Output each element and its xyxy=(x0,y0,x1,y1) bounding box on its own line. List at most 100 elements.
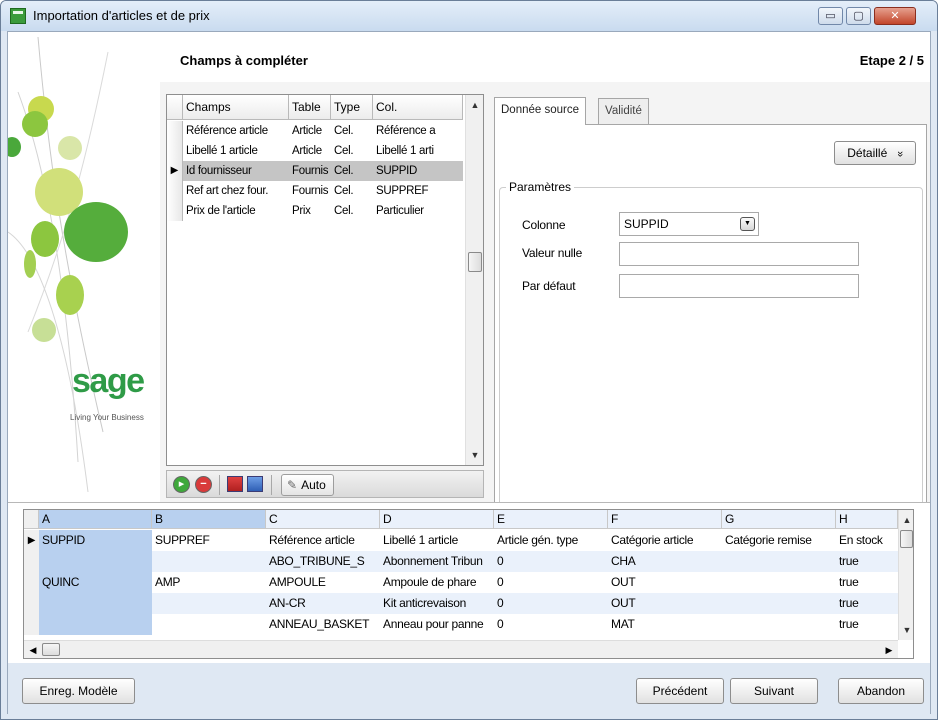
column-select-value: SUPPID xyxy=(624,217,669,231)
grid-cell[interactable] xyxy=(39,593,152,614)
grid-cell[interactable]: Libellé 1 article xyxy=(380,530,494,551)
grid-cell[interactable] xyxy=(152,614,266,635)
fields-grid-scrollbar[interactable]: ▲ ▼ xyxy=(465,95,483,465)
grid-cell[interactable]: Abonnement Tribun xyxy=(380,551,494,572)
add-field-button[interactable]: ▸ xyxy=(173,476,190,493)
grid-cell[interactable]: true xyxy=(836,593,898,614)
scroll-down-icon[interactable]: ▼ xyxy=(466,447,484,463)
grid-cell[interactable] xyxy=(722,614,836,635)
column-header-champs[interactable]: Champs xyxy=(183,95,289,120)
scroll-thumb[interactable] xyxy=(900,530,913,548)
grid-cell[interactable]: Kit anticrevaison xyxy=(380,593,494,614)
scroll-thumb[interactable] xyxy=(42,643,60,656)
grid-cell[interactable]: MAT xyxy=(608,614,722,635)
grid-cell[interactable] xyxy=(39,551,152,572)
column-header-a[interactable]: A xyxy=(39,510,152,529)
grid-cell[interactable]: Anneau pour panne xyxy=(380,614,494,635)
grid-cell[interactable]: QUINC xyxy=(39,572,152,593)
grid-cell[interactable] xyxy=(152,551,266,572)
table-row-selected[interactable]: ▶ Id fournisseur Fournis Cel. SUPPID xyxy=(167,161,463,181)
column-header-d[interactable]: D xyxy=(380,510,494,529)
grid-cell[interactable]: Référence article xyxy=(266,530,380,551)
wizard-footer: Enreg. Modèle Précédent Suivant Abandon xyxy=(8,663,930,714)
next-button[interactable]: Suivant xyxy=(730,678,818,704)
grid-cell[interactable]: Catégorie article xyxy=(608,530,722,551)
scroll-right-icon[interactable]: ▶ xyxy=(882,642,896,658)
default-value-label: Par défaut xyxy=(522,279,576,293)
branding-panel: sage Living Your Business xyxy=(8,32,160,502)
null-value-input[interactable] xyxy=(619,242,859,266)
maximize-button[interactable]: ▢ xyxy=(846,7,871,25)
grid-cell[interactable] xyxy=(39,614,152,635)
scroll-thumb[interactable] xyxy=(468,252,482,272)
scroll-up-icon[interactable]: ▲ xyxy=(899,512,913,528)
column-header-b[interactable]: B xyxy=(152,510,266,529)
grid-cell[interactable]: En stock xyxy=(836,530,898,551)
cell-table: Fournis xyxy=(292,185,329,197)
grid-cell[interactable]: OUT xyxy=(608,572,722,593)
grid-cell[interactable]: AMPOULE xyxy=(266,572,380,593)
grid-cell[interactable]: true xyxy=(836,551,898,572)
preview-vertical-scrollbar[interactable]: ▲ ▼ xyxy=(898,510,913,640)
detail-button[interactable]: Détaillé » xyxy=(834,141,916,165)
grid-cell[interactable] xyxy=(722,593,836,614)
column-header-e[interactable]: E xyxy=(494,510,608,529)
detail-label: Détaillé xyxy=(847,146,888,160)
table-row[interactable]: Libellé 1 article Article Cel. Libellé 1… xyxy=(167,141,463,161)
column-header-g[interactable]: G xyxy=(722,510,836,529)
default-value-input[interactable] xyxy=(619,274,859,298)
preview-horizontal-scrollbar[interactable]: ◀ ▶ xyxy=(24,640,898,658)
grid-cell[interactable]: Catégorie remise xyxy=(722,530,836,551)
table-row[interactable]: Prix de l'article Prix Cel. Particulier xyxy=(167,201,463,221)
grid-cell[interactable]: SUPPID xyxy=(39,530,152,551)
close-button[interactable]: ✕ xyxy=(874,7,916,25)
grid-cell[interactable]: 0 xyxy=(494,572,608,593)
grid-cell[interactable]: CHA xyxy=(608,551,722,572)
preview-grid[interactable]: A B C D E F G H ▶ SUPPID SUPPREF Référen… xyxy=(23,509,914,659)
grid-cell[interactable] xyxy=(152,593,266,614)
dialog-window: Importation d'articles et de prix ▭ ▢ ✕ xyxy=(0,0,938,720)
table-row[interactable]: Ref art chez four. Fournis Cel. SUPPREF xyxy=(167,181,463,201)
grid-cell[interactable]: ANNEAU_BASKET xyxy=(266,614,380,635)
cell-col: Particulier xyxy=(376,205,424,217)
grid-cell[interactable]: AN-CR xyxy=(266,593,380,614)
column-header-type[interactable]: Type xyxy=(331,95,373,120)
dropdown-arrow-icon[interactable]: ▼ xyxy=(740,217,755,231)
grid-cell[interactable]: ABO_TRIBUNE_S xyxy=(266,551,380,572)
grid-cell[interactable]: SUPPREF xyxy=(152,530,266,551)
grid-blue-icon[interactable] xyxy=(247,476,263,492)
grid-cell[interactable]: 0 xyxy=(494,614,608,635)
title-bar[interactable]: Importation d'articles et de prix ▭ ▢ ✕ xyxy=(1,1,937,31)
column-header-col[interactable]: Col. xyxy=(373,95,463,120)
column-header-h[interactable]: H xyxy=(836,510,898,529)
scroll-down-icon[interactable]: ▼ xyxy=(899,622,913,638)
grid-cell[interactable]: Ampoule de phare xyxy=(380,572,494,593)
remove-field-button[interactable]: − xyxy=(195,476,212,493)
auto-button[interactable]: ✎ Auto xyxy=(281,474,334,496)
column-header-f[interactable]: F xyxy=(608,510,722,529)
cancel-button[interactable]: Abandon xyxy=(838,678,924,704)
tab-validite[interactable]: Validité xyxy=(598,98,649,124)
grid-cell[interactable]: Article gén. type xyxy=(494,530,608,551)
grid-red-icon[interactable] xyxy=(227,476,243,492)
column-select[interactable]: SUPPID ▼ xyxy=(619,212,759,236)
grid-cell[interactable]: true xyxy=(836,614,898,635)
minimize-button[interactable]: ▭ xyxy=(818,7,843,25)
fields-grid[interactable]: Champs Table Type Col. Référence article… xyxy=(166,94,484,466)
grid-cell[interactable]: true xyxy=(836,572,898,593)
column-header-c[interactable]: C xyxy=(266,510,380,529)
column-header-table[interactable]: Table xyxy=(289,95,331,120)
previous-button[interactable]: Précédent xyxy=(636,678,724,704)
tab-donnee-source[interactable]: Donnée source xyxy=(494,97,586,125)
grid-cell[interactable] xyxy=(722,551,836,572)
grid-cell[interactable]: AMP xyxy=(152,572,266,593)
grid-cell[interactable] xyxy=(722,572,836,593)
grid-cell[interactable]: OUT xyxy=(608,593,722,614)
table-row[interactable]: Référence article Article Cel. Référence… xyxy=(167,121,463,141)
scroll-left-icon[interactable]: ◀ xyxy=(26,642,40,658)
grid-cell[interactable]: 0 xyxy=(494,551,608,572)
scroll-up-icon[interactable]: ▲ xyxy=(466,97,484,113)
cell-table: Article xyxy=(292,125,322,137)
grid-cell[interactable]: 0 xyxy=(494,593,608,614)
save-template-button[interactable]: Enreg. Modèle xyxy=(22,678,135,704)
